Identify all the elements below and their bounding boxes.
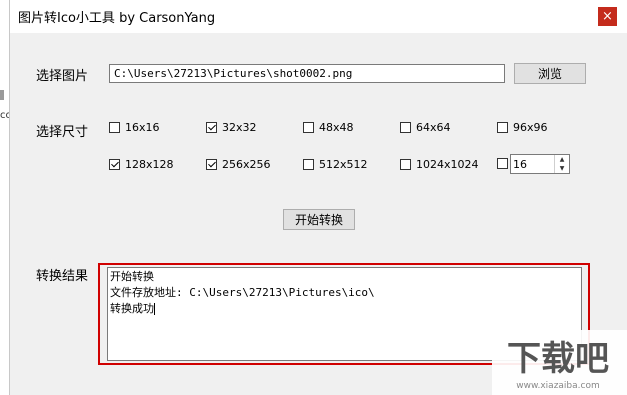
checkbox-label: 128x128 xyxy=(125,158,174,171)
text-cursor xyxy=(154,303,155,315)
size-checkbox-512[interactable]: 512x512 xyxy=(303,158,368,171)
watermark-text: 下载吧 xyxy=(507,339,609,379)
chevron-down-icon[interactable]: ▼ xyxy=(555,164,569,173)
browse-button[interactable]: 浏览 xyxy=(514,63,586,84)
checkbox-box[interactable] xyxy=(303,159,314,170)
custom-size-input[interactable] xyxy=(511,155,557,173)
checkbox-label: 96x96 xyxy=(513,121,548,134)
watermark-subtext: www.xiazaiba.com xyxy=(516,381,600,391)
size-checkbox-64[interactable]: 64x64 xyxy=(400,121,451,134)
size-checkbox-1024[interactable]: 1024x1024 xyxy=(400,158,479,171)
title-bar[interactable]: 图片转Ico小工具 by CarsonYang × xyxy=(10,0,627,33)
background-edge-mark xyxy=(0,90,4,100)
size-checkbox-256[interactable]: 256x256 xyxy=(206,158,271,171)
watermark-logo: 下载吧 www.xiazaiba.com xyxy=(492,330,627,395)
checkbox-box[interactable] xyxy=(206,122,217,133)
window-title: 图片转Ico小工具 by CarsonYang xyxy=(18,11,216,26)
size-checkbox-32[interactable]: 32x32 xyxy=(206,121,257,134)
custom-size-stepper[interactable]: ▲ ▼ xyxy=(510,154,570,174)
chevron-up-icon[interactable]: ▲ xyxy=(555,155,569,164)
start-convert-button[interactable]: 开始转换 xyxy=(283,209,355,230)
image-path-input[interactable] xyxy=(109,64,505,83)
size-checkbox-16[interactable]: 16x16 xyxy=(109,121,160,134)
close-button[interactable]: × xyxy=(598,7,617,26)
checkbox-box[interactable] xyxy=(206,159,217,170)
size-checkbox-128[interactable]: 128x128 xyxy=(109,158,174,171)
checkbox-box[interactable] xyxy=(109,122,120,133)
checkbox-label: 64x64 xyxy=(416,121,451,134)
result-line: 转换成功 xyxy=(110,302,154,315)
checkbox-label: 1024x1024 xyxy=(416,158,479,171)
size-checkbox-96[interactable]: 96x96 xyxy=(497,121,548,134)
result-line: 文件存放地址: C:\Users\27213\Pictures\ico\ xyxy=(110,286,375,299)
checkbox-label: 32x32 xyxy=(222,121,257,134)
checkbox-label: 48x48 xyxy=(319,121,354,134)
select-image-label: 选择图片 xyxy=(36,69,89,84)
select-size-label: 选择尺寸 xyxy=(36,125,89,140)
stepper-arrows[interactable]: ▲ ▼ xyxy=(554,155,569,173)
checkbox-box[interactable] xyxy=(400,159,411,170)
checkbox-label: 16x16 xyxy=(125,121,160,134)
checkbox-box[interactable] xyxy=(109,159,120,170)
checkbox-box[interactable] xyxy=(497,158,508,169)
result-label: 转换结果 xyxy=(36,269,89,284)
result-text: 开始转换 文件存放地址: C:\Users\27213\Pictures\ico… xyxy=(110,269,375,317)
checkbox-box[interactable] xyxy=(400,122,411,133)
size-checkbox-48[interactable]: 48x48 xyxy=(303,121,354,134)
checkbox-label: 512x512 xyxy=(319,158,368,171)
checkbox-box[interactable] xyxy=(303,122,314,133)
result-line: 开始转换 xyxy=(110,270,154,283)
checkbox-label: 256x256 xyxy=(222,158,271,171)
close-icon: × xyxy=(602,9,613,24)
checkbox-box[interactable] xyxy=(497,122,508,133)
